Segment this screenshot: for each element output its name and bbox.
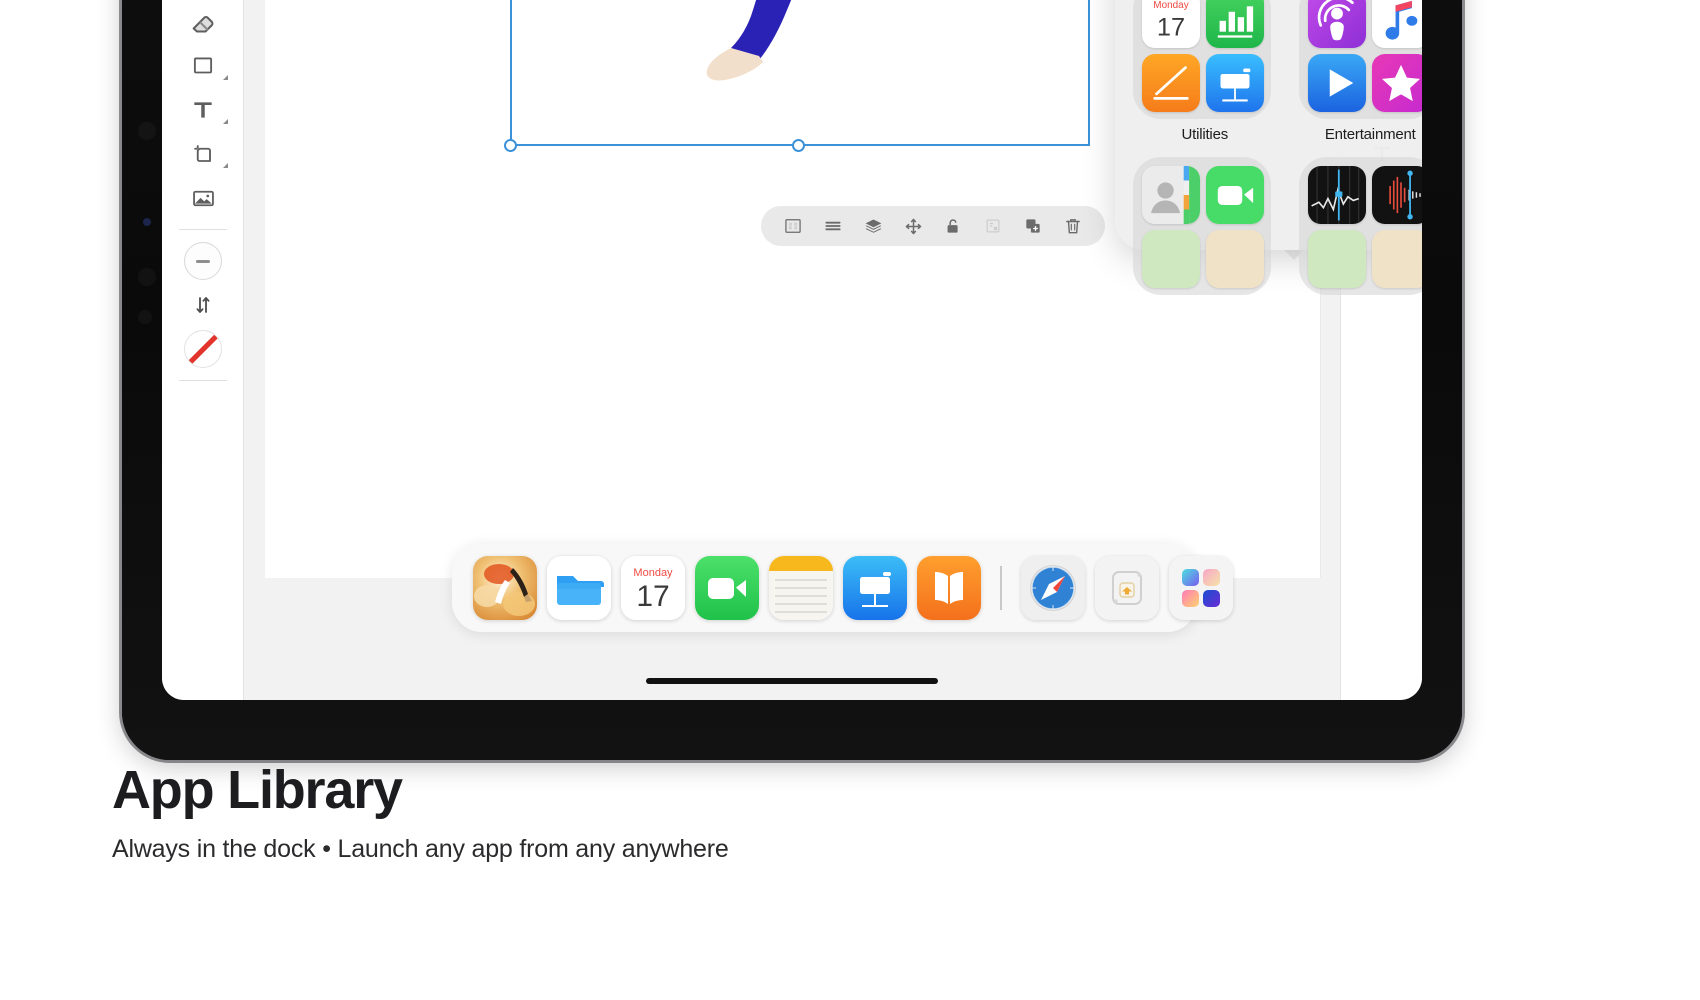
files-icon[interactable] (547, 556, 611, 620)
caption-block: App Library Always in the dock • Launch … (112, 762, 1212, 864)
app-library-folder-partial-left[interactable] (1133, 157, 1277, 295)
shape-tool[interactable] (162, 44, 244, 88)
calendar-icon[interactable]: Monday 17 (621, 556, 685, 620)
app-library-folder-entertainment[interactable]: Entertainment (1298, 0, 1422, 143)
toolbar-divider (178, 229, 227, 230)
app-library-icon[interactable] (1169, 556, 1233, 620)
home-indicator[interactable] (646, 678, 938, 684)
bezel-speck (138, 122, 156, 140)
ipad-device: Monday 17 Monday 17 Utilities Entertainm… (122, 0, 1462, 760)
app-library-folder-label: Utilities (1181, 126, 1229, 143)
partial-app-icon[interactable] (1206, 230, 1264, 288)
partial-app-icon[interactable] (1142, 230, 1200, 288)
notes-icon[interactable] (769, 556, 833, 620)
books-icon[interactable] (917, 556, 981, 620)
delete-button[interactable] (1058, 211, 1088, 241)
shortcuts-icon[interactable] (1095, 556, 1159, 620)
keynote-icon[interactable] (1206, 54, 1264, 112)
text-tool[interactable] (162, 88, 244, 132)
partial-app-icon[interactable] (1307, 230, 1366, 288)
safari-icon[interactable] (1021, 556, 1085, 620)
tv-icon[interactable] (1307, 54, 1366, 112)
partial-app-icon[interactable] (1371, 230, 1422, 288)
music-icon[interactable] (1371, 0, 1422, 48)
left-toolbar (162, 0, 244, 700)
artstudio-icon[interactable] (473, 556, 537, 620)
page-subtitle: Always in the dock • Launch any app from… (112, 834, 729, 863)
eraser-tool[interactable] (162, 0, 244, 44)
svg-text:Monday: Monday (1153, 0, 1188, 11)
facetime-icon[interactable] (695, 556, 759, 620)
calendar-day: 17 (636, 580, 669, 613)
facetime-icon[interactable] (1206, 166, 1264, 224)
podcasts-icon[interactable] (1307, 0, 1366, 48)
dock[interactable]: Monday 17 (452, 544, 1233, 632)
shape-tool-submenu-arrow[interactable] (223, 75, 228, 80)
move-button[interactable] (898, 211, 928, 241)
calendar-icon[interactable]: Monday 17 (1142, 0, 1200, 48)
keynote-icon[interactable] (843, 556, 907, 620)
bezel-speck (138, 310, 152, 324)
flip-tool[interactable] (162, 283, 244, 327)
app-library-popover[interactable]: App Library (1115, 0, 1422, 295)
context-toolbar[interactable] (761, 206, 1105, 246)
no-color-swatch[interactable] (162, 327, 244, 371)
unlock-button[interactable] (938, 211, 968, 241)
crop-tool[interactable] (162, 132, 244, 176)
selection-handle-bottom-center[interactable] (792, 139, 805, 152)
brush-size-tool[interactable] (162, 239, 244, 283)
crop-tool-submenu-arrow[interactable] (223, 163, 228, 168)
bezel-speck (138, 268, 156, 286)
duplicate-button[interactable] (1018, 211, 1048, 241)
calendar-weekday: Monday (633, 567, 673, 579)
dock-divider (1000, 566, 1002, 610)
toolbar-divider (178, 380, 227, 381)
mask-button[interactable] (778, 211, 808, 241)
freeform-icon[interactable] (1142, 54, 1200, 112)
running-person-illustration[interactable] (647, 0, 987, 90)
voice-memos-icon[interactable] (1371, 166, 1422, 224)
app-library-grid: Suggestions (1133, 0, 1422, 295)
layer-order-button[interactable] (858, 211, 888, 241)
numbers-icon[interactable] (1206, 0, 1264, 48)
image-tool[interactable] (162, 176, 244, 220)
ipad-screen: Monday 17 Monday 17 Utilities Entertainm… (162, 0, 1422, 700)
app-library-folder-partial-right[interactable] (1298, 157, 1422, 295)
contacts-icon[interactable] (1142, 166, 1200, 224)
bezel-led (143, 218, 151, 226)
svg-text:17: 17 (1157, 13, 1185, 41)
page-title: App Library (112, 760, 403, 820)
no-color-circle[interactable] (184, 330, 222, 368)
text-tool-submenu-arrow[interactable] (223, 119, 228, 124)
frame-button (978, 211, 1008, 241)
photos-star-icon[interactable] (1371, 54, 1422, 112)
selection-handle-bottom-left[interactable] (504, 139, 517, 152)
brush-size-swatch[interactable] (184, 242, 222, 280)
app-library-folder-label: Entertainment (1324, 126, 1416, 143)
app-library-folder-utilities[interactable]: Monday 17 Utilities (1133, 0, 1277, 143)
stocks-icon[interactable] (1307, 166, 1366, 224)
list-button[interactable] (818, 211, 848, 241)
